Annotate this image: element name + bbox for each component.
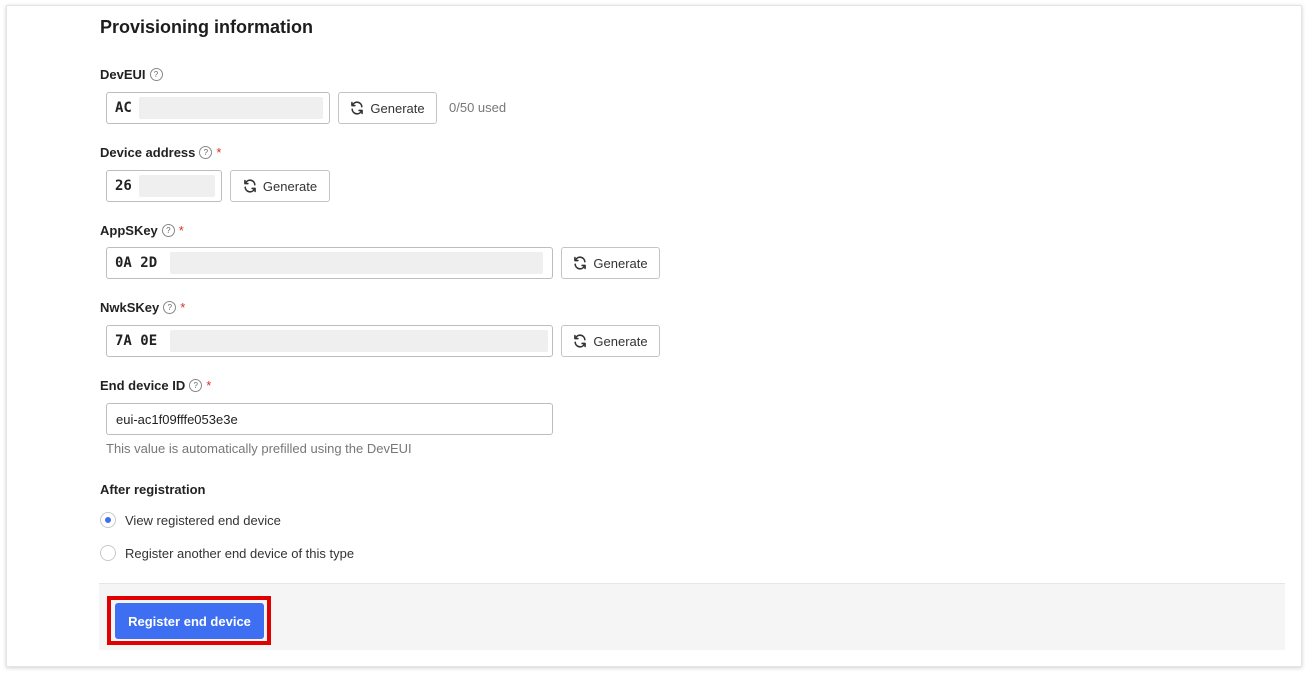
- radio-label: View registered end device: [125, 512, 281, 528]
- nwkskey-value: 7A 0E: [115, 333, 158, 349]
- nwkskey-input[interactable]: 7A 0E: [106, 325, 553, 357]
- redacted-block: [170, 330, 548, 352]
- refresh-icon: [573, 334, 587, 348]
- radio-dot: [105, 517, 111, 523]
- deveui-label-text: DevEUI: [100, 67, 146, 82]
- deveui-label: DevEUI ?: [100, 67, 163, 82]
- radio-button[interactable]: [100, 545, 116, 561]
- generate-label: Generate: [262, 178, 318, 194]
- appskey-value: 0A 2D: [115, 255, 158, 271]
- end-device-id-hint: This value is automatically prefilled us…: [106, 441, 412, 456]
- radio-label: Register another end device of this type: [125, 545, 355, 561]
- redacted-block: [139, 175, 215, 197]
- nwkskey-label-text: NwkSKey: [100, 300, 160, 315]
- required-mark: *: [216, 145, 222, 160]
- appskey-input[interactable]: 0A 2D: [106, 247, 553, 279]
- help-circle-icon[interactable]: ?: [163, 301, 177, 314]
- nwkskey-label: NwkSKey ? *: [100, 300, 185, 315]
- deveui-input[interactable]: AC: [106, 92, 330, 124]
- generate-label: Generate: [593, 255, 648, 271]
- required-mark: *: [178, 223, 184, 238]
- device-address-value: 26: [115, 178, 132, 194]
- generate-label: Generate: [593, 333, 648, 349]
- required-mark: *: [206, 378, 212, 393]
- register-end-device-button[interactable]: Register end device: [115, 603, 264, 639]
- refresh-icon: [573, 256, 587, 270]
- help-circle-icon[interactable]: ?: [189, 379, 203, 392]
- redacted-block: [139, 97, 323, 119]
- generate-label: Generate: [370, 100, 425, 116]
- help-circle-icon[interactable]: ?: [199, 146, 213, 159]
- deveui-value: AC: [115, 100, 132, 116]
- end-device-id-label: End device ID ? *: [100, 378, 211, 393]
- device-address-label-text: Device address: [100, 145, 196, 160]
- redacted-block: [170, 252, 543, 274]
- form-footer: [99, 583, 1285, 650]
- appskey-label-text: AppSKey: [100, 223, 158, 238]
- device-address-input[interactable]: 26: [106, 170, 222, 202]
- nwkskey-generate-button[interactable]: Generate: [561, 325, 660, 357]
- radio-view-registered[interactable]: View registered end device: [100, 512, 281, 528]
- refresh-icon: [350, 101, 364, 115]
- deveui-generate-button[interactable]: Generate: [338, 92, 437, 124]
- refresh-icon: [243, 179, 257, 193]
- device-address-generate-button[interactable]: Generate: [230, 170, 330, 202]
- required-mark: *: [180, 300, 186, 315]
- end-device-id-input[interactable]: eui-ac1f09fffe053e3e: [106, 403, 553, 435]
- after-registration-label: After registration: [100, 482, 206, 497]
- end-device-id-label-text: End device ID: [100, 378, 186, 393]
- radio-register-another[interactable]: Register another end device of this type: [100, 545, 354, 561]
- appskey-generate-button[interactable]: Generate: [561, 247, 660, 279]
- section-title: Provisioning information: [100, 17, 314, 37]
- radio-button-checked[interactable]: [100, 512, 116, 528]
- appskey-label: AppSKey ? *: [100, 223, 184, 238]
- help-circle-icon[interactable]: ?: [149, 68, 163, 81]
- device-address-label: Device address ? *: [100, 145, 221, 160]
- help-circle-icon[interactable]: ?: [161, 224, 175, 237]
- deveui-usage: 0/50 used: [449, 100, 507, 115]
